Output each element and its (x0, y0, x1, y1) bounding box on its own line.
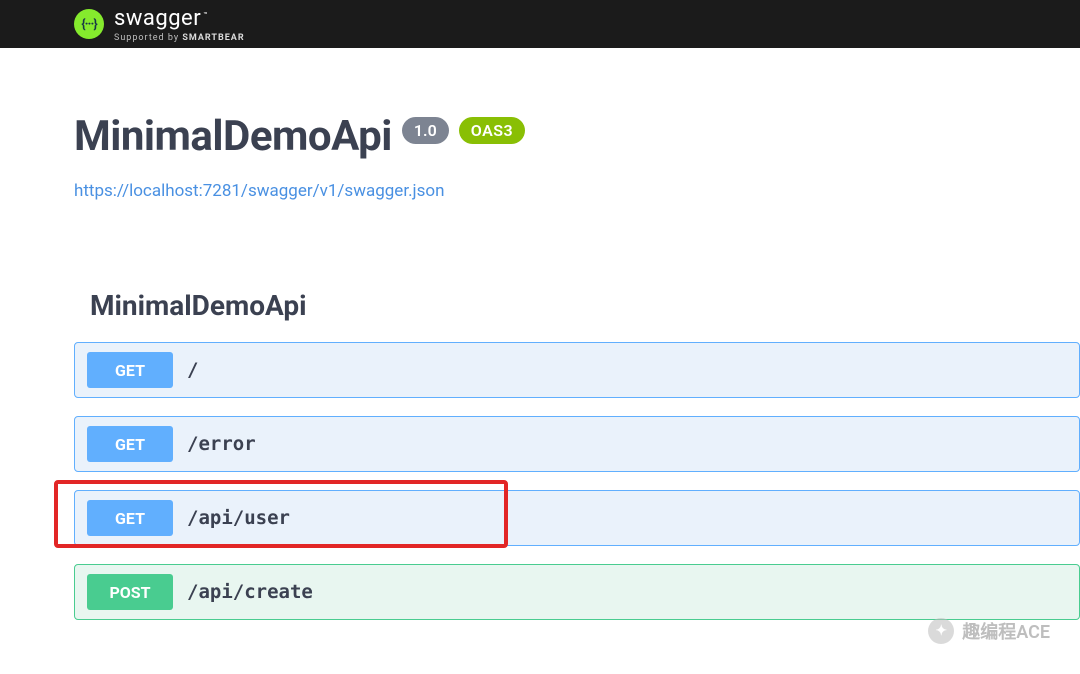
tag-heading[interactable]: MinimalDemoApi (90, 289, 1080, 322)
supported-by: Supported by SMARTBEAR (114, 33, 245, 43)
endpoint-path: / (187, 359, 198, 381)
brand-word: swagger (114, 6, 201, 31)
trademark-icon: ™ (203, 11, 207, 19)
main-content: MinimalDemoApi 1.0 OAS3 https://localhos… (0, 112, 1080, 620)
swagger-json-link[interactable]: https://localhost:7281/swagger/v1/swagge… (74, 181, 444, 201)
swagger-icon: {···} (74, 9, 104, 39)
operation-row[interactable]: GET/error (74, 416, 1080, 472)
watermark: ✦ 趣编程ACE (928, 618, 1050, 644)
http-method-badge: GET (87, 500, 173, 536)
endpoint-path: /api/create (187, 581, 313, 603)
version-badge: 1.0 (402, 117, 449, 144)
oas-badge: OAS3 (459, 117, 525, 144)
http-method-badge: POST (87, 574, 173, 610)
http-method-badge: GET (87, 352, 173, 388)
endpoint-path: /error (187, 433, 256, 455)
operation-row[interactable]: GET / (74, 342, 1080, 398)
endpoint-path: /api/user (187, 507, 290, 529)
watermark-text: 趣编程ACE (962, 618, 1050, 644)
operation-row[interactable]: GET/api/user (74, 490, 1080, 546)
operation-row[interactable]: POST/api/create (74, 564, 1080, 620)
swagger-logo[interactable]: {···} swagger ™ Supported by SMARTBEAR (74, 6, 245, 43)
http-method-badge: GET (87, 426, 173, 462)
topbar: {···} swagger ™ Supported by SMARTBEAR (0, 0, 1080, 48)
api-title: MinimalDemoApi (74, 112, 392, 161)
wechat-icon: ✦ (928, 618, 954, 644)
api-title-row: MinimalDemoApi 1.0 OAS3 (74, 112, 1080, 161)
